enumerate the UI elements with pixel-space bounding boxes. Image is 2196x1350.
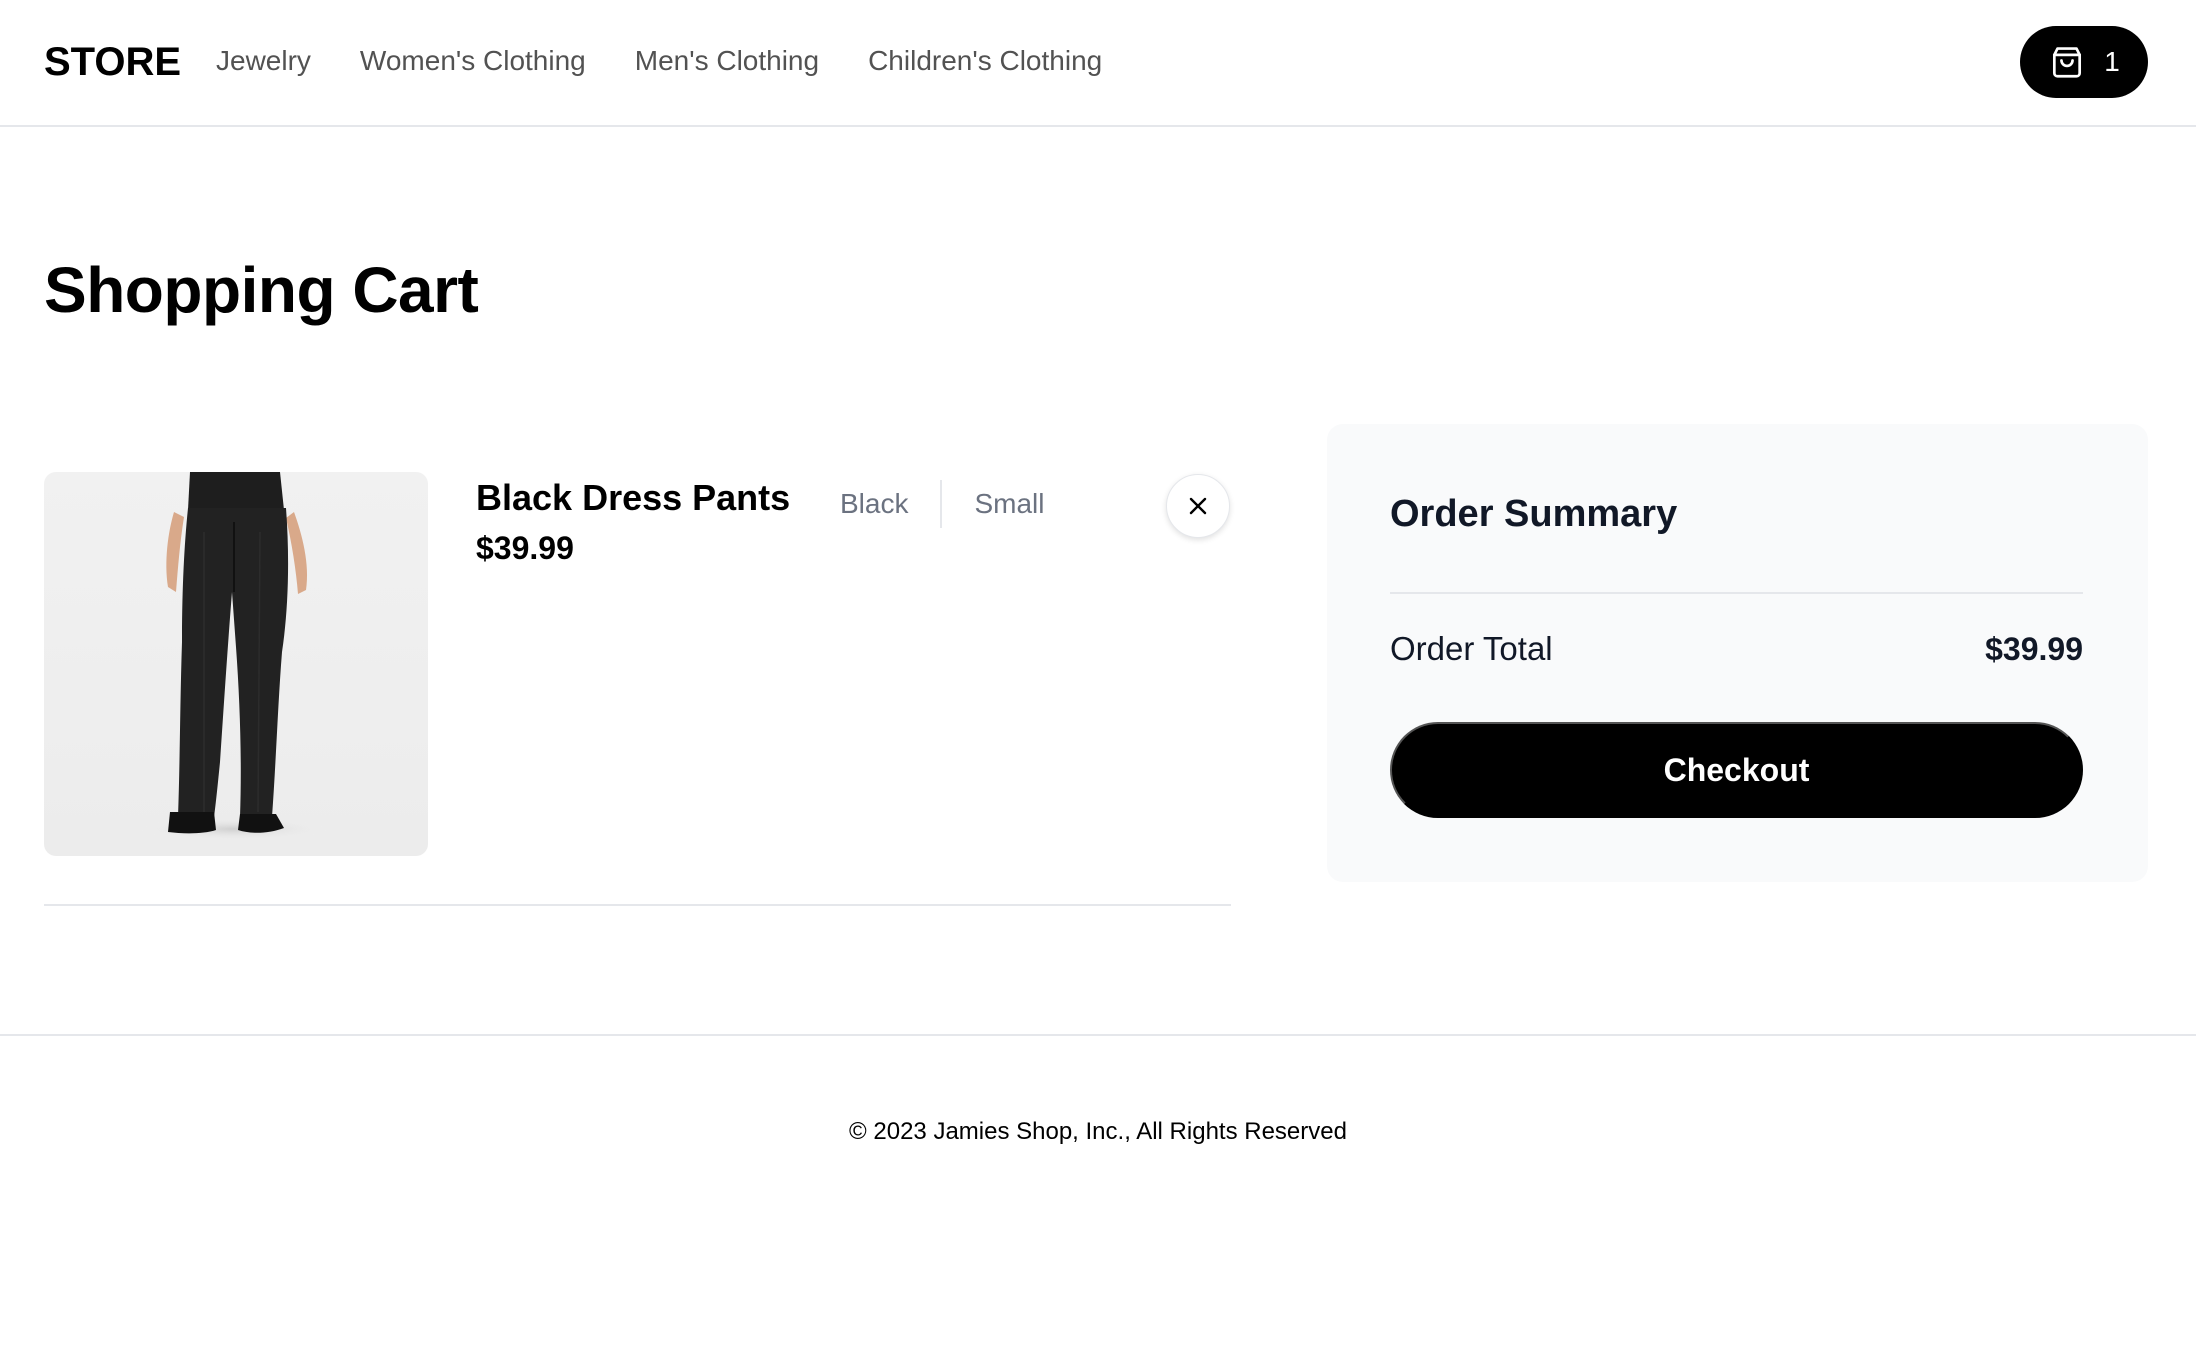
order-summary: Order Summary Order Total $39.99 Checkou… [1327, 424, 2148, 882]
main-nav: Jewelry Women's Clothing Men's Clothing … [216, 44, 1102, 78]
cart-item: Black Dress Pants $39.99 Black Small [44, 472, 1231, 906]
summary-divider [1390, 592, 2083, 594]
cart-count: 1 [2104, 46, 2120, 77]
product-price: $39.99 [476, 530, 574, 566]
pants-image [139, 472, 329, 841]
site-footer: © 2023 Jamies Shop, Inc., All Rights Res… [0, 1034, 2196, 1350]
nav-link-childrens-clothing[interactable]: Children's Clothing [868, 44, 1102, 78]
remove-item-button[interactable] [1166, 474, 1230, 538]
product-size: Small [974, 488, 1045, 519]
variant-divider [940, 480, 943, 528]
product-name[interactable]: Black Dress Pants [476, 476, 790, 520]
close-icon [1189, 497, 1207, 515]
product-color: Black [840, 488, 909, 519]
copyright-text: © 2023 Jamies Shop, Inc., All Rights Res… [849, 1118, 1347, 1145]
order-summary-title: Order Summary [1390, 493, 1678, 535]
order-total-value: $39.99 [1985, 631, 2083, 667]
order-total-label: Order Total [1390, 630, 1553, 667]
nav-link-jewelry[interactable]: Jewelry [216, 44, 311, 78]
site-header: STORE Jewelry Women's Clothing Men's Clo… [0, 0, 2196, 127]
nav-link-womens-clothing[interactable]: Women's Clothing [360, 44, 586, 78]
shopping-bag-icon [2053, 47, 2082, 78]
checkout-button[interactable]: Checkout [1390, 722, 2083, 818]
nav-link-mens-clothing[interactable]: Men's Clothing [635, 44, 819, 78]
page-title: Shopping Cart [44, 254, 479, 326]
cart-button[interactable]: 1 [2020, 26, 2148, 98]
store-logo[interactable]: STORE [44, 38, 181, 86]
product-variants: Black Small [840, 480, 1044, 528]
product-image[interactable] [44, 472, 428, 856]
